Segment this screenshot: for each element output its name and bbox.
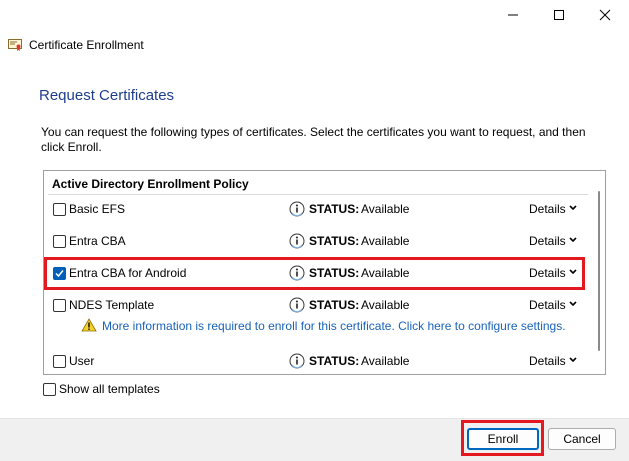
checkbox[interactable] [53,235,66,248]
certificate-row-user[interactable]: User STATUS: Available Details [44,350,592,374]
policy-group-header: Active Directory Enrollment Policy [52,177,249,191]
status-value: Available [361,202,410,216]
configuration-warning: More information is required to enroll f… [44,316,592,336]
certificate-row-entra-cba[interactable]: Entra CBA STATUS: Available Details [44,230,592,254]
details-toggle[interactable]: Details [529,298,566,312]
highlight-box [461,420,544,456]
wizard-title: Certificate Enrollment [29,38,144,52]
status-label: STATUS: [309,234,360,248]
status-value: Available [361,354,410,368]
certificate-name: Basic EFS [69,202,126,216]
vertical-scrollbar[interactable] [598,191,600,351]
minimize-icon [508,14,518,16]
checkbox[interactable] [53,203,66,216]
certificate-name: Entra CBA [69,234,126,248]
checkbox[interactable] [53,299,66,312]
configure-settings-link[interactable]: More information is required to enroll f… [102,319,566,333]
maximize-button[interactable] [536,0,582,30]
checkbox[interactable] [53,355,66,368]
status-value: Available [361,234,410,248]
certificate-row-ndes-template[interactable]: NDES Template STATUS: Available Details [44,294,592,318]
status-label: STATUS: [309,298,360,312]
close-icon [599,9,611,21]
info-icon [289,233,305,249]
highlight-box [44,257,585,290]
close-button[interactable] [582,0,628,30]
status-label: STATUS: [309,354,360,368]
page-description: You can request the following types of c… [41,125,586,154]
certificate-name: NDES Template [69,298,155,312]
status-label: STATUS: [309,202,360,216]
info-icon [289,201,305,217]
certificate-name: User [69,354,95,368]
chevron-down-icon[interactable] [568,355,578,365]
details-toggle[interactable]: Details [529,354,566,368]
title-bar [0,0,629,30]
info-icon [289,297,305,313]
chevron-down-icon[interactable] [568,203,578,213]
wizard-header: Certificate Enrollment [0,30,629,62]
status-value: Available [361,298,410,312]
page-title: Request Certificates [39,87,175,104]
show-all-checkbox[interactable] [43,383,56,396]
minimize-button[interactable] [490,0,536,30]
info-icon [289,353,305,369]
chevron-down-icon[interactable] [568,235,578,245]
warning-icon [81,318,97,332]
divider [48,194,588,195]
details-toggle[interactable]: Details [529,234,566,248]
maximize-icon [554,10,564,20]
show-all-label: Show all templates [59,382,160,396]
chevron-down-icon[interactable] [568,299,578,309]
certificate-icon [8,39,22,51]
certificate-row-basic-efs[interactable]: Basic EFS STATUS: Available Details [44,198,592,222]
details-toggle[interactable]: Details [529,202,566,216]
cancel-button[interactable]: Cancel [548,428,616,450]
